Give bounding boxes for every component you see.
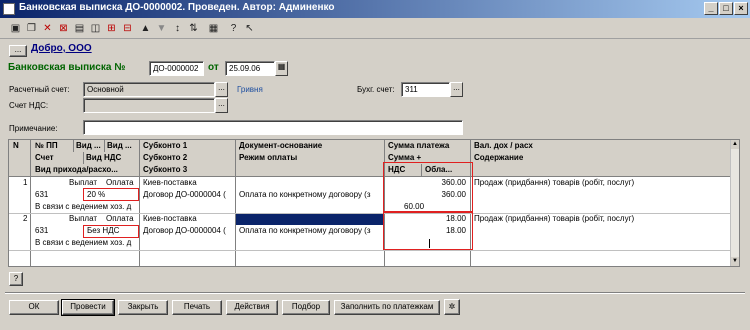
actions-button[interactable]: Действия: [226, 300, 278, 315]
row-number: 2: [23, 214, 28, 223]
note-label: Примечание:: [9, 124, 58, 133]
copy-icon[interactable]: ❐: [25, 22, 38, 35]
row-sub1: Киев-поставка: [143, 178, 197, 187]
down-icon[interactable]: ▼: [155, 22, 168, 35]
doc-icon[interactable]: ▤: [73, 22, 86, 35]
col-kind1[interactable]: Вид ...: [74, 141, 106, 151]
row-kind: Выплат: [69, 178, 98, 187]
row-kind2: Оплата: [106, 178, 134, 187]
app-icon: [3, 3, 15, 15]
buh-account-field[interactable]: 311: [401, 82, 450, 97]
print-button[interactable]: Печать: [172, 300, 222, 315]
row-reason: В связи с ведением хоз. д: [35, 202, 132, 211]
sort-za-icon[interactable]: ⇅: [187, 22, 200, 35]
col-currency[interactable]: Вал. дох / расх: [472, 141, 535, 151]
row-mode: Оплата по конкретному договору (з: [239, 190, 371, 199]
fill-by-payments-button[interactable]: Заполнить по платежкам: [334, 300, 440, 315]
col-sub2[interactable]: Субконто 2: [141, 153, 190, 163]
row-account: 631: [35, 226, 49, 235]
pointer-help-icon[interactable]: ↖: [243, 22, 256, 35]
row-sub2: Договор ДО-0000004 (: [143, 226, 226, 235]
buh-account-select-button[interactable]: ...: [450, 82, 463, 97]
col-pp[interactable]: № ПП: [33, 141, 75, 151]
ok-button[interactable]: ОК: [9, 300, 59, 315]
scroll-down-icon[interactable]: ▼: [731, 257, 739, 266]
row-kind: Выплат: [69, 214, 98, 223]
account-field[interactable]: Основной: [83, 82, 215, 97]
minimize-button[interactable]: _: [704, 2, 718, 15]
new-icon[interactable]: ▣: [9, 22, 22, 35]
up-icon[interactable]: ▲: [139, 22, 152, 35]
row-reason: В связи с ведением хоз. д: [35, 238, 132, 247]
col-divider: [104, 140, 105, 152]
currency-link[interactable]: Гривня: [237, 85, 263, 94]
org-select-button[interactable]: ...: [9, 45, 27, 57]
row-mode: Оплата по конкретному договору (з: [239, 226, 371, 235]
highlight-vat-kind-2: [83, 225, 139, 238]
help-icon[interactable]: ?: [227, 22, 240, 35]
post-icon[interactable]: ⊞: [105, 22, 118, 35]
org-link[interactable]: Добро, ООО: [31, 43, 92, 54]
select-button[interactable]: Подбор: [282, 300, 330, 315]
delete-icon[interactable]: ✕: [41, 22, 54, 35]
window-title: Банковская выписка ДО-0000002. Проведен.…: [19, 2, 335, 13]
row-sub2: Договор ДО-0000004 (: [143, 190, 226, 199]
close-button[interactable]: Закрыть: [118, 300, 168, 315]
row-content: Продаж (придбання) товарів (робіт, послу…: [474, 214, 635, 223]
row-account: 631: [35, 190, 49, 199]
calculator-icon[interactable]: ▦: [207, 22, 220, 35]
col-divider: [73, 140, 74, 152]
note-field[interactable]: [83, 120, 463, 135]
date-field[interactable]: 25.09.06: [225, 61, 275, 76]
col-sum[interactable]: Сумма платежа: [386, 141, 452, 151]
account-label: Расчетный счет:: [9, 85, 70, 94]
payments-table: N № ПП Вид ... Вид ... Субконто 1 Докуме…: [8, 139, 740, 267]
help-button[interactable]: ?: [9, 272, 23, 286]
highlight-sum-1: [383, 162, 473, 212]
post-button[interactable]: Провести: [61, 299, 115, 316]
toolbar: ▣ ❐ ✕ ⊠ ▤ ◫ ⊞ ⊟ ▲ ▼ ↕ ⇅ ▦ ? ↖: [0, 19, 750, 39]
calendar-button[interactable]: ▦: [275, 61, 288, 76]
col-vat-kind[interactable]: Вид НДС: [84, 153, 124, 163]
vat-account-label: Счет НДС:: [9, 101, 49, 110]
save-icon[interactable]: ◫: [89, 22, 102, 35]
account-select-button[interactable]: ...: [215, 82, 228, 97]
date-label: от: [208, 62, 219, 73]
row-content: Продаж (придбання) товарів (робіт, послу…: [474, 178, 635, 187]
maximize-button[interactable]: □: [719, 2, 733, 15]
row-divider: [9, 250, 731, 251]
close-window-button[interactable]: ×: [734, 2, 748, 15]
gear-icon: ✲: [448, 302, 456, 311]
selected-cell[interactable]: [236, 214, 384, 225]
col-kind2[interactable]: Вид ...: [105, 141, 139, 151]
col-mode[interactable]: Режим оплаты: [237, 153, 300, 163]
doc-number-field[interactable]: ДО-0000002: [149, 61, 204, 76]
col-reason[interactable]: Вид прихода/расхо...: [33, 165, 140, 175]
col-divider: [83, 152, 84, 164]
row-sub1: Киев-поставка: [143, 214, 197, 223]
bottom-divider-light: [5, 293, 745, 294]
col-n[interactable]: N: [11, 141, 21, 151]
vat-account-select-button[interactable]: ...: [215, 98, 228, 113]
col-content[interactable]: Содержание: [472, 153, 526, 163]
settings-button[interactable]: ✲: [444, 299, 460, 315]
col-account[interactable]: Счет: [33, 153, 56, 163]
row-number: 1: [23, 178, 28, 187]
col-sub1[interactable]: Субконто 1: [141, 141, 190, 151]
row-kind2: Оплата: [106, 214, 134, 223]
calendar-icon: ▦: [277, 62, 286, 71]
highlight-vat-kind-1: [83, 188, 139, 201]
col-doc[interactable]: Документ-основание: [237, 141, 325, 151]
scroll-up-icon[interactable]: ▲: [731, 140, 739, 149]
vat-account-field[interactable]: [83, 98, 215, 113]
mark-icon[interactable]: ⊠: [57, 22, 70, 35]
buh-account-label: Бухг. счет:: [357, 85, 395, 94]
highlight-sum-2: [383, 212, 473, 250]
col-sub3[interactable]: Субконто 3: [141, 165, 190, 175]
title-bar: Банковская выписка ДО-0000002. Проведен.…: [0, 0, 750, 18]
table-scrollbar[interactable]: ▲ ▼: [730, 140, 739, 266]
doc-title: Банковская выписка №: [8, 62, 126, 73]
unpost-icon[interactable]: ⊟: [121, 22, 134, 35]
sort-az-icon[interactable]: ↕: [171, 22, 184, 35]
